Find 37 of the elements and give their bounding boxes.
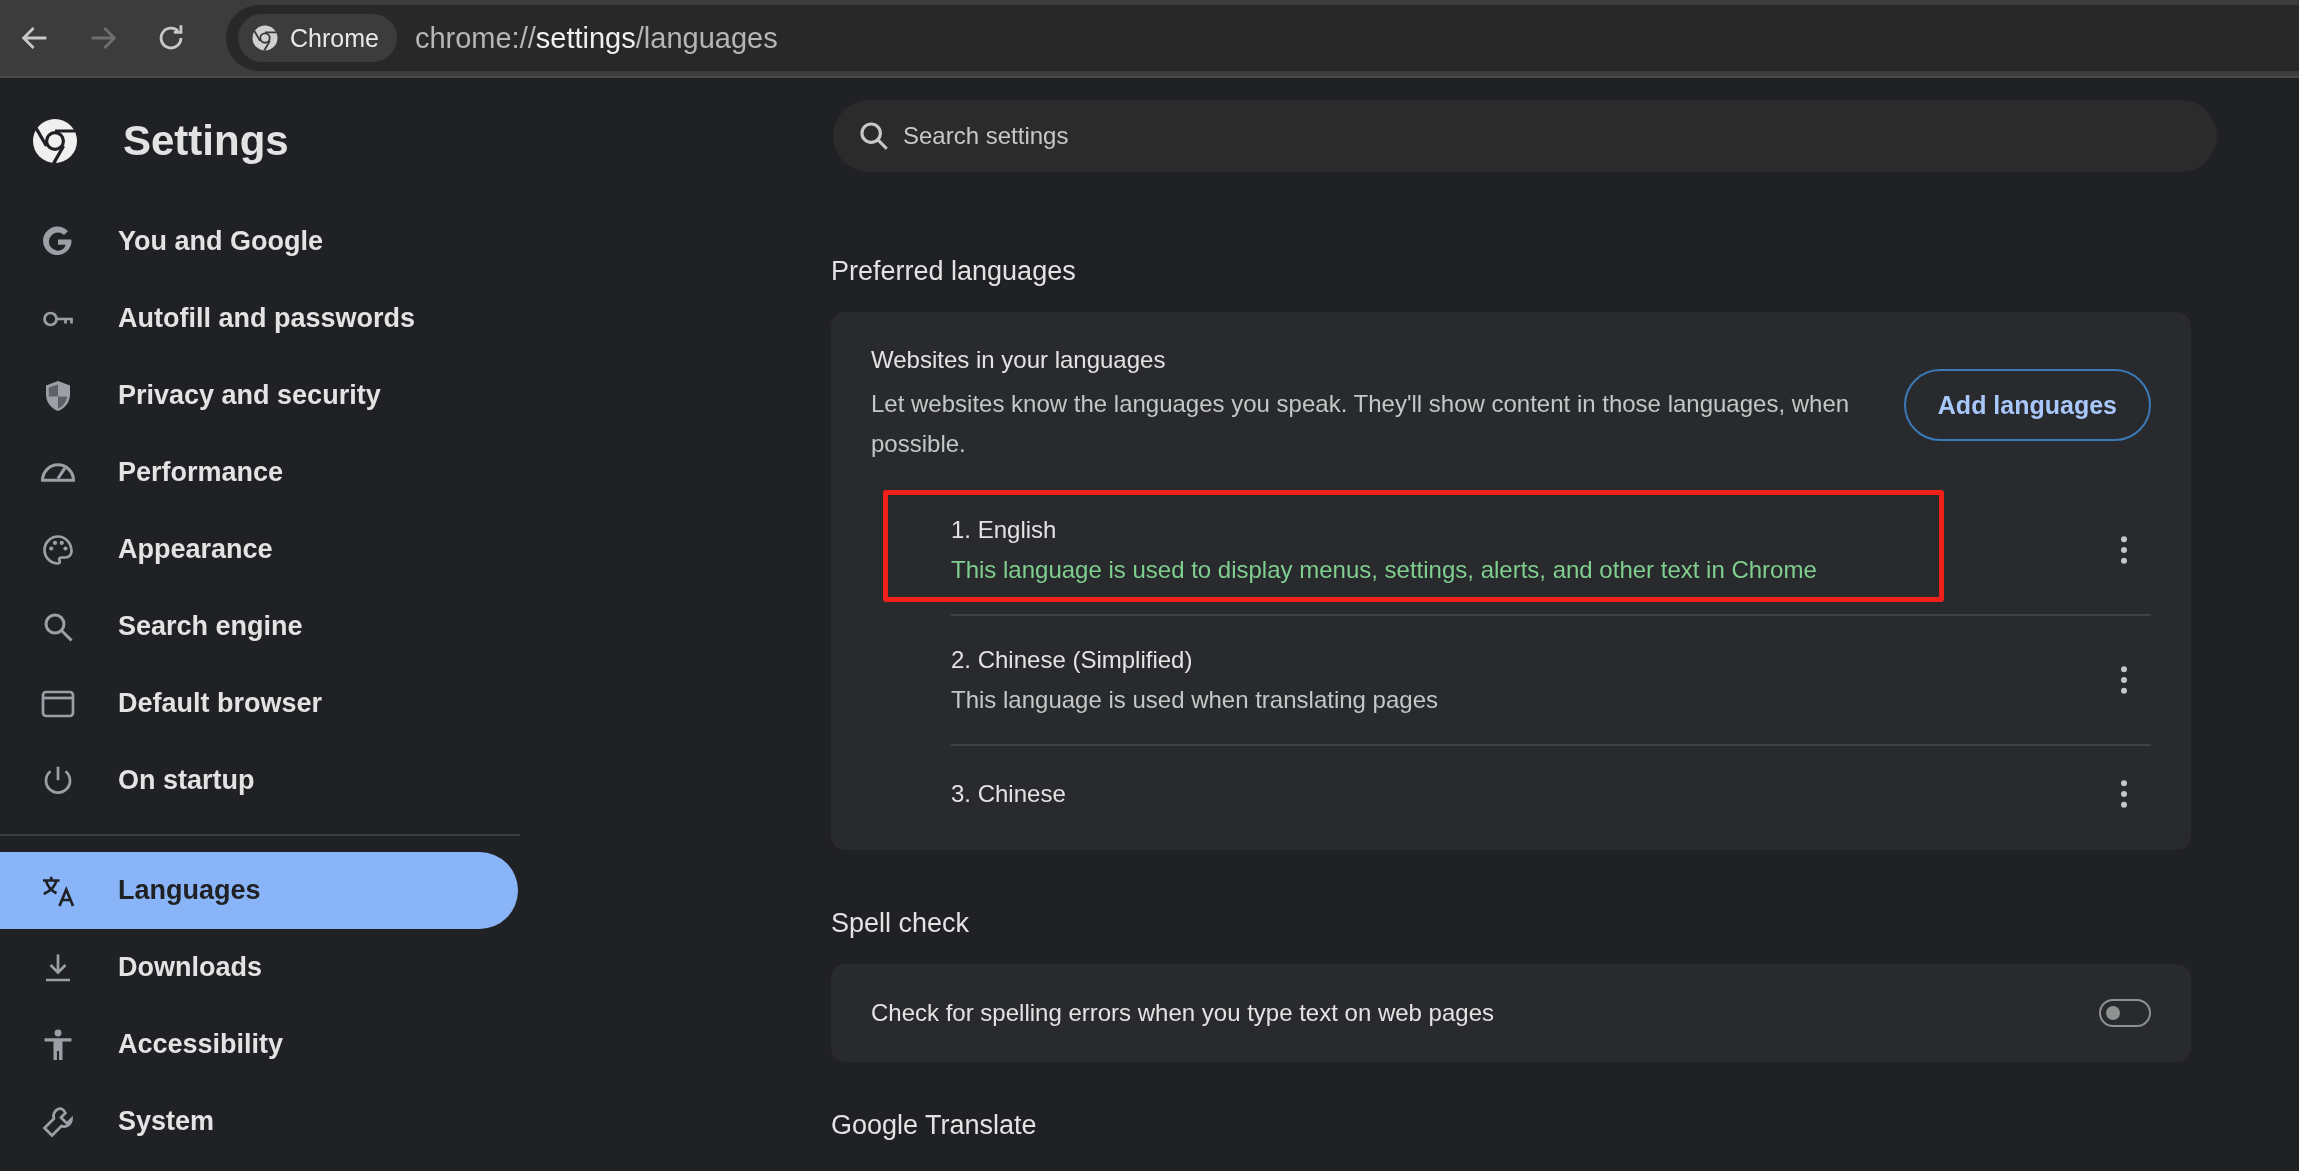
language-name: 3. Chinese bbox=[951, 780, 1066, 808]
language-description: This language is used to display menus, settings, alerts, and other text in Chrome bbox=[951, 556, 1817, 584]
sidebar-item[interactable]: Default browser bbox=[0, 665, 518, 742]
sidebar-item[interactable]: You and Google bbox=[0, 203, 518, 280]
sidebar-item[interactable]: Appearance bbox=[0, 511, 518, 588]
section-heading: Spell check bbox=[831, 908, 971, 940]
browser-logo-icon bbox=[250, 23, 280, 53]
sidebar-item[interactable]: Performance bbox=[0, 434, 518, 511]
language-name: 1. English bbox=[951, 516, 1058, 544]
more-icon[interactable] bbox=[2119, 535, 2129, 565]
site-chip[interactable]: Chrome bbox=[238, 14, 397, 62]
more-icon[interactable] bbox=[2119, 779, 2129, 809]
url-text: chrome://settings/languages bbox=[414, 21, 778, 55]
section-heading: Google Translate bbox=[831, 1110, 1038, 1142]
search-icon bbox=[857, 119, 891, 153]
browser-logo-icon bbox=[31, 116, 79, 165]
section-heading: Preferred languages bbox=[831, 256, 1077, 288]
sidebar-item[interactable]: Privacy and security bbox=[0, 357, 518, 434]
language-description: This language is used when translating pages bbox=[951, 686, 1438, 714]
sidebar-item[interactable]: System bbox=[0, 1083, 518, 1160]
sidebar-item[interactable]: Autofill and passwords bbox=[0, 280, 518, 357]
gauge-icon bbox=[40, 462, 76, 483]
card-title: Websites in your languages bbox=[871, 346, 1167, 374]
sidebar-item[interactable]: Downloads bbox=[0, 929, 518, 1006]
sidebar-item[interactable]: Accessibility bbox=[0, 1006, 518, 1083]
toggle-switch[interactable] bbox=[2099, 999, 2151, 1027]
add-languages-button[interactable]: Add languages bbox=[1903, 369, 2151, 441]
address-bar[interactable]: Chrome chrome://settings/languages bbox=[226, 5, 2299, 71]
sidebar-item[interactable]: Languages bbox=[0, 852, 518, 929]
search-field[interactable]: Search settings bbox=[833, 100, 2217, 172]
sidebar-item[interactable]: Search engine bbox=[0, 588, 518, 665]
more-icon[interactable] bbox=[2119, 665, 2129, 695]
spell-check-label: Check for spelling errors when you type text on web pages bbox=[871, 999, 1494, 1027]
language-name: 2. Chinese (Simplified) bbox=[951, 646, 1194, 674]
card-description: Let websites know the languages you speak. They'll show content in those languages, when possible. bbox=[871, 389, 1851, 459]
sidebar-item[interactable]: On startup bbox=[0, 742, 518, 819]
settings-title: Settings bbox=[123, 116, 289, 165]
